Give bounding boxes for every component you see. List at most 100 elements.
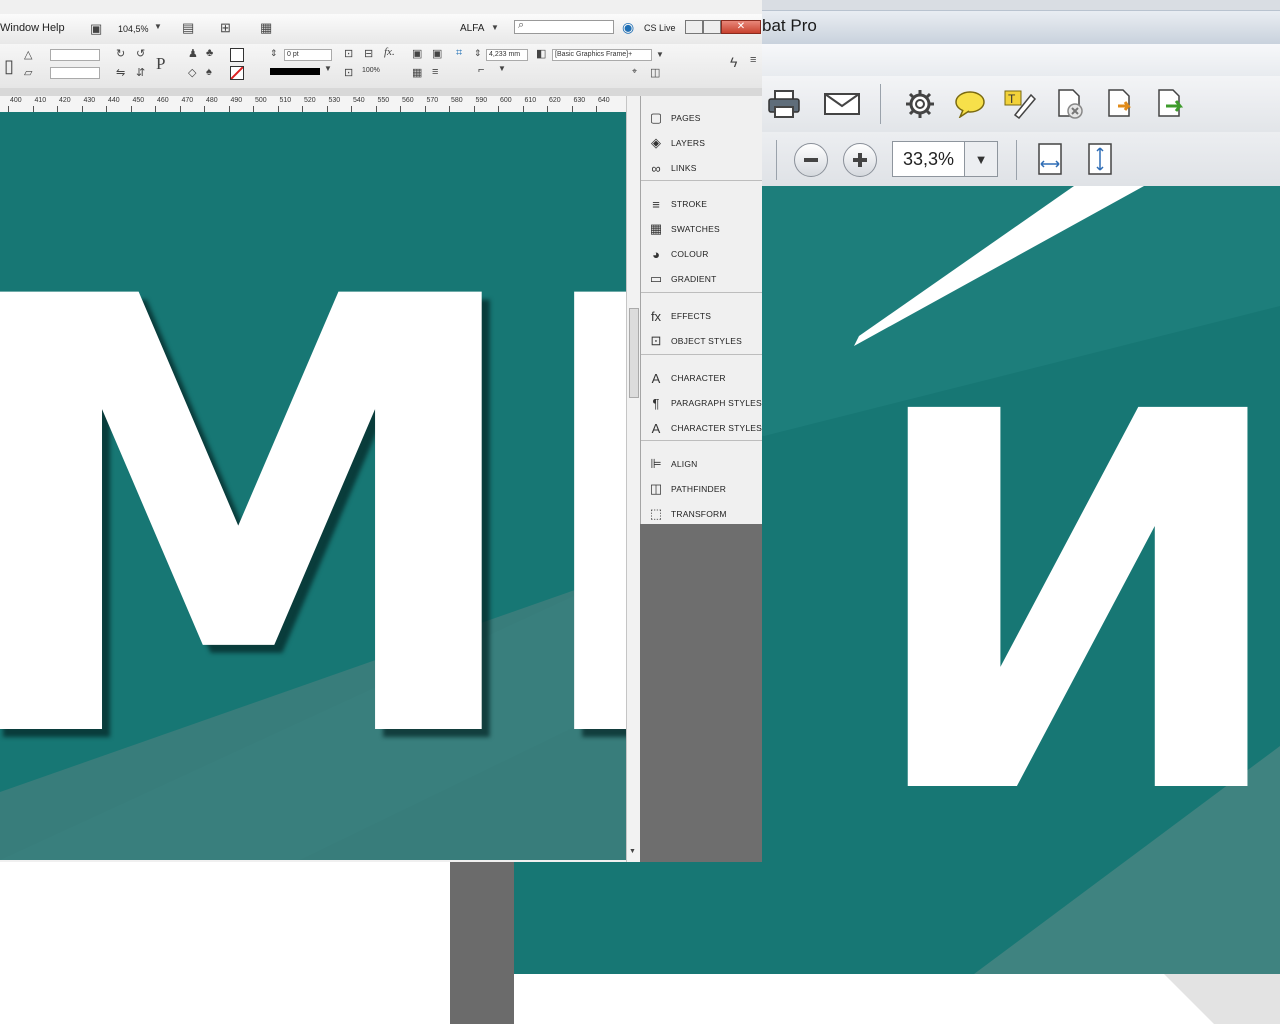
chevron-down-icon[interactable]: ▼ (656, 50, 664, 59)
ruler-label: 480 (206, 97, 218, 104)
object-style-field[interactable]: [Basic Graphics Frame]+ (552, 49, 652, 61)
select-container-icon[interactable]: ♟ (188, 47, 198, 60)
paragraph-icon[interactable]: P (156, 54, 165, 74)
opacity-icon[interactable]: ⊡ (344, 66, 353, 79)
panel-item-transform[interactable]: ⬚ TRANSFORM (641, 502, 762, 526)
offset-field[interactable]: 4,233 mm (486, 49, 528, 61)
zoom-combo[interactable]: 33,3% ▼ (892, 141, 998, 177)
panel-item-gradient[interactable]: ▭ GRADIENT (641, 267, 762, 291)
reference-point-icon[interactable]: ▯ (4, 56, 14, 77)
arrange-documents-icon[interactable]: ▦ (260, 20, 272, 36)
screen-mode-icon[interactable]: ⊞ (220, 20, 231, 36)
chevron-down-icon[interactable]: ▼ (964, 142, 997, 176)
panel-item-label: CHARACTER (671, 373, 726, 383)
stroke-weight-stepper[interactable]: ⇕ (270, 48, 278, 59)
lightning-icon[interactable]: ϟ (730, 54, 737, 70)
panel-item-layers[interactable]: ◈ LAYERS (641, 131, 762, 155)
flip-h-icon[interactable]: ⇋ (116, 66, 125, 79)
wrap-bounding-icon[interactable]: ▣ (432, 47, 442, 60)
panel-item-pages[interactable]: ▢ PAGES (641, 106, 762, 130)
scale-x-icon[interactable]: ⊡ (344, 47, 353, 60)
email-icon[interactable] (822, 84, 862, 124)
offset-stepper[interactable]: ⇕ (474, 48, 482, 59)
panel-item-character[interactable]: A CHARACTER (641, 366, 762, 390)
flip-v-icon[interactable]: ⇵ (136, 66, 145, 79)
stroke-swatch[interactable] (230, 66, 244, 80)
corner-shape-icon[interactable]: ⌐ (478, 64, 484, 76)
object-styles-icon: ⊡ (650, 333, 662, 348)
panel-item-character-styles[interactable]: A CHARACTER STYLES (641, 416, 762, 440)
chevron-down-icon[interactable]: ▼ (491, 23, 499, 32)
object-style-icon[interactable]: ◧ (536, 47, 546, 60)
horizontal-ruler[interactable]: 400 410 420 430 440 450 460 470 480 490 500 510 520 5… (0, 96, 630, 113)
svg-text:T: T (1008, 92, 1016, 106)
panel-item-object-styles[interactable]: ⊡ OBJECT STYLES (641, 329, 762, 353)
rotate-cw-icon[interactable]: ↻ (116, 47, 125, 60)
panel-item-colour[interactable]: ◕ COLOUR (641, 242, 762, 266)
ruler-label: 410 (34, 97, 47, 104)
rotate-ccw-icon[interactable]: ↺ (136, 47, 145, 60)
search-input[interactable]: ⌕ (514, 19, 614, 34)
minimize-button[interactable] (685, 20, 703, 34)
panel-menu-icon[interactable]: ≡ (750, 54, 756, 66)
view-options-icon[interactable]: ▤ (182, 20, 194, 36)
panel-item-effects[interactable]: fx EFFECTS (641, 304, 762, 328)
select-previous-icon[interactable]: ◇ (188, 66, 196, 79)
zoom-value[interactable]: 33,3% (903, 149, 954, 170)
cs-live-label[interactable]: CS Live (644, 23, 676, 33)
ruler-label: 470 (181, 97, 194, 104)
shear-icon[interactable]: ▱ (24, 66, 32, 79)
opacity-field[interactable]: 100% (360, 66, 396, 78)
export-green-icon[interactable] (1150, 84, 1190, 124)
scale-y-icon[interactable]: ⊟ (364, 47, 373, 60)
zoom-out-button[interactable] (794, 143, 828, 177)
panel-item-align[interactable]: ⊫ ALIGN (641, 452, 762, 476)
panel-item-paragraph-styles[interactable]: ¶ PARAGRAPH STYLES (641, 391, 762, 415)
ruler-label: 610 (524, 97, 537, 104)
stroke-weight-field[interactable]: 0 pt (284, 49, 332, 61)
swatches-icon: ▦ (649, 221, 663, 236)
chevron-down-icon[interactable]: ▼ (498, 64, 506, 73)
zoom-level[interactable]: 104,5% (118, 24, 149, 34)
stroke-type-preview[interactable] (270, 68, 320, 75)
export-icon[interactable] (1100, 84, 1140, 124)
bridge-icon[interactable]: ▣ (90, 21, 102, 37)
print-icon[interactable] (764, 84, 804, 124)
indesign-canvas[interactable]: МНР (0, 112, 626, 860)
highlight-icon[interactable]: T (1000, 84, 1040, 124)
wrap-none-icon[interactable]: ▣ (412, 47, 422, 60)
fx-icon[interactable]: fx. (384, 46, 395, 58)
rotate-icon[interactable]: △ (24, 48, 32, 61)
select-content-icon[interactable]: ♣ (206, 47, 213, 59)
settings-icon[interactable] (900, 84, 940, 124)
chevron-down-icon[interactable]: ▼ (154, 22, 162, 31)
redefine-style-icon[interactable]: ◫ (650, 66, 660, 79)
scrollbar-thumb[interactable] (629, 308, 639, 398)
close-icon[interactable]: ✕ (721, 20, 761, 34)
corner-icon[interactable]: ⌗ (456, 47, 462, 60)
vertical-scrollbar[interactable]: ▼ (626, 96, 641, 862)
panel-item-links[interactable]: ∞ LINKS (641, 156, 762, 180)
restore-button[interactable] (703, 20, 721, 34)
panel-item-pathfinder[interactable]: ◫ PATHFINDER (641, 477, 762, 501)
acrobat-page-below (514, 974, 1280, 1024)
chevron-down-icon[interactable]: ▼ (324, 64, 332, 73)
wrap-shape-icon[interactable]: ▦ (412, 66, 422, 79)
select-next-icon[interactable]: ♠ (206, 66, 212, 78)
fit-width-icon[interactable] (1030, 139, 1070, 179)
clear-overrides-icon[interactable]: ⌖ (632, 66, 637, 77)
delete-page-icon[interactable] (1050, 84, 1090, 124)
panel-item-swatches[interactable]: ▦ SWATCHES (641, 217, 762, 241)
shear-field[interactable] (50, 67, 100, 79)
fit-page-icon[interactable] (1080, 139, 1120, 179)
menu-window[interactable]: Window (0, 22, 39, 34)
workspace-switcher[interactable]: ALFA (460, 23, 484, 34)
menu-help[interactable]: Help (42, 22, 65, 34)
scroll-down-icon[interactable]: ▼ (629, 848, 636, 855)
comment-icon[interactable] (950, 84, 990, 124)
rotation-field[interactable] (50, 49, 100, 61)
panel-item-stroke[interactable]: ≡ STROKE (641, 192, 762, 216)
zoom-in-button[interactable] (843, 143, 877, 177)
wrap-jump-icon[interactable]: ≡ (432, 66, 438, 78)
fill-swatch[interactable] (230, 48, 244, 62)
